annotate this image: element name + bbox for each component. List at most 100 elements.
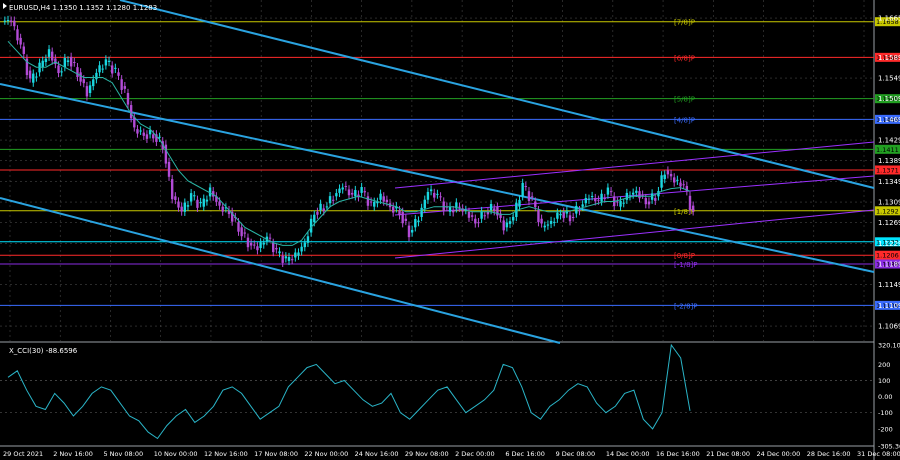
price-tick-label: 1.1665 <box>878 15 900 23</box>
time-tick-label: 17 Nov 08:00 <box>254 450 298 458</box>
time-tick-label: 6 Dec 16:00 <box>505 450 545 458</box>
candle-body <box>483 215 486 217</box>
price-tick-label: 1.1149 <box>878 281 900 289</box>
candle-body <box>515 202 518 217</box>
candle-body <box>347 189 351 196</box>
price-tick-label: 1.1189 <box>878 261 900 269</box>
candle-body <box>537 210 540 223</box>
candle-body <box>313 214 316 223</box>
candle-body <box>152 134 155 139</box>
cci-tick-label: 320.1046 <box>878 341 900 349</box>
candle-body <box>85 86 89 97</box>
price-tick-label: 1.1269 <box>878 219 900 227</box>
candle-body <box>9 20 13 22</box>
candle-body <box>63 58 67 68</box>
candle-body <box>540 218 543 224</box>
candle-body <box>196 199 199 208</box>
price-tick-label: 1.1389 <box>878 157 900 165</box>
candle-body <box>98 65 101 73</box>
time-tick-label: 9 Dec 08:00 <box>556 450 596 458</box>
candle-body <box>278 251 281 254</box>
candle-body <box>272 242 275 253</box>
candle-body <box>297 252 300 256</box>
cci-tick-label: -305.368 <box>878 442 900 450</box>
level-name: [0/8]P <box>674 252 695 260</box>
candle-body <box>294 252 297 258</box>
symbol-header: EURUSD,H4 1.1350 1.1352 1.1280 1.1283 <box>9 4 157 12</box>
candle-body <box>32 73 35 83</box>
candle-body <box>139 130 142 132</box>
price-chart[interactable]: 1.1658[7/8]P1.1589[6/8]P1.1509[5/8]P1.14… <box>0 0 900 460</box>
level-name: [4/8]P <box>674 116 695 124</box>
cci-tick-label: -200 <box>878 425 893 433</box>
candle-body <box>28 70 32 79</box>
candle-body <box>208 187 212 197</box>
candle-body <box>281 255 284 263</box>
candle-body <box>549 220 553 224</box>
candle-body <box>253 244 256 246</box>
candle-body <box>60 71 63 73</box>
price-tick-label: 1.1469 <box>878 116 900 124</box>
candle-body <box>3 20 7 22</box>
level-price-text: 1.1206 <box>876 252 899 260</box>
candle-body <box>158 136 161 138</box>
candle-body <box>180 206 183 212</box>
cci-tick-label: 0.00 <box>878 393 892 401</box>
level-name: [-1/8]P <box>674 261 697 269</box>
candle-body <box>600 193 603 202</box>
price-tick-label: 1.1509 <box>878 95 900 103</box>
candle-body <box>284 256 288 259</box>
candle-body <box>543 225 546 228</box>
time-tick-label: 24 Nov 16:00 <box>355 450 399 458</box>
time-tick-label: 2 Dec 00:00 <box>455 450 495 458</box>
candle-body <box>256 246 259 251</box>
price-tick-label: 1.1309 <box>878 199 900 207</box>
price-tick-label: 1.1549 <box>878 75 900 83</box>
candle-body <box>407 225 411 238</box>
candle-body <box>249 242 253 246</box>
candle-body <box>73 62 76 63</box>
cci-tick-label: -100 <box>878 409 893 417</box>
candle-body <box>300 246 303 252</box>
candle-body <box>16 29 19 41</box>
candle-body <box>167 161 171 177</box>
candle-body <box>13 20 16 27</box>
candle-body <box>328 196 332 204</box>
time-tick-label: 16 Dec 16:00 <box>656 450 700 458</box>
candle-body <box>638 191 641 199</box>
cci-tick-label: 100 <box>878 377 890 385</box>
candle-body <box>581 204 584 207</box>
candle-body <box>410 229 414 233</box>
candle-body <box>631 192 635 195</box>
candle-body <box>66 60 70 62</box>
candle-body <box>101 68 104 70</box>
candle-body <box>354 190 357 197</box>
candle-body <box>246 237 250 248</box>
candle-body <box>240 227 243 237</box>
candle-body <box>57 65 60 74</box>
candle-body <box>350 192 354 195</box>
candle-body <box>635 190 638 193</box>
candle-body <box>117 72 120 76</box>
candle-body <box>534 201 537 208</box>
candle-body <box>641 194 644 196</box>
time-tick-label: 29 Nov 08:00 <box>405 450 449 458</box>
candle-body <box>123 86 127 89</box>
candle-body <box>429 189 433 192</box>
candle-body <box>458 206 461 208</box>
candle-body <box>616 201 619 203</box>
candle-body <box>436 193 439 195</box>
candle-body <box>597 199 600 201</box>
candle-body <box>136 129 139 134</box>
candle-body <box>287 257 291 261</box>
candle-body <box>363 191 366 193</box>
candle-body <box>587 198 591 200</box>
candle-body <box>489 203 493 211</box>
candle-body <box>669 173 673 177</box>
candle-body <box>35 76 38 78</box>
candle-body <box>527 191 531 201</box>
candle-body <box>404 218 408 221</box>
price-tick-label: 1.1109 <box>878 302 900 310</box>
candle-body <box>423 199 426 209</box>
cci-axis: 320.1046 200 100 0.00 -100 -200 -305.368 <box>878 341 900 450</box>
